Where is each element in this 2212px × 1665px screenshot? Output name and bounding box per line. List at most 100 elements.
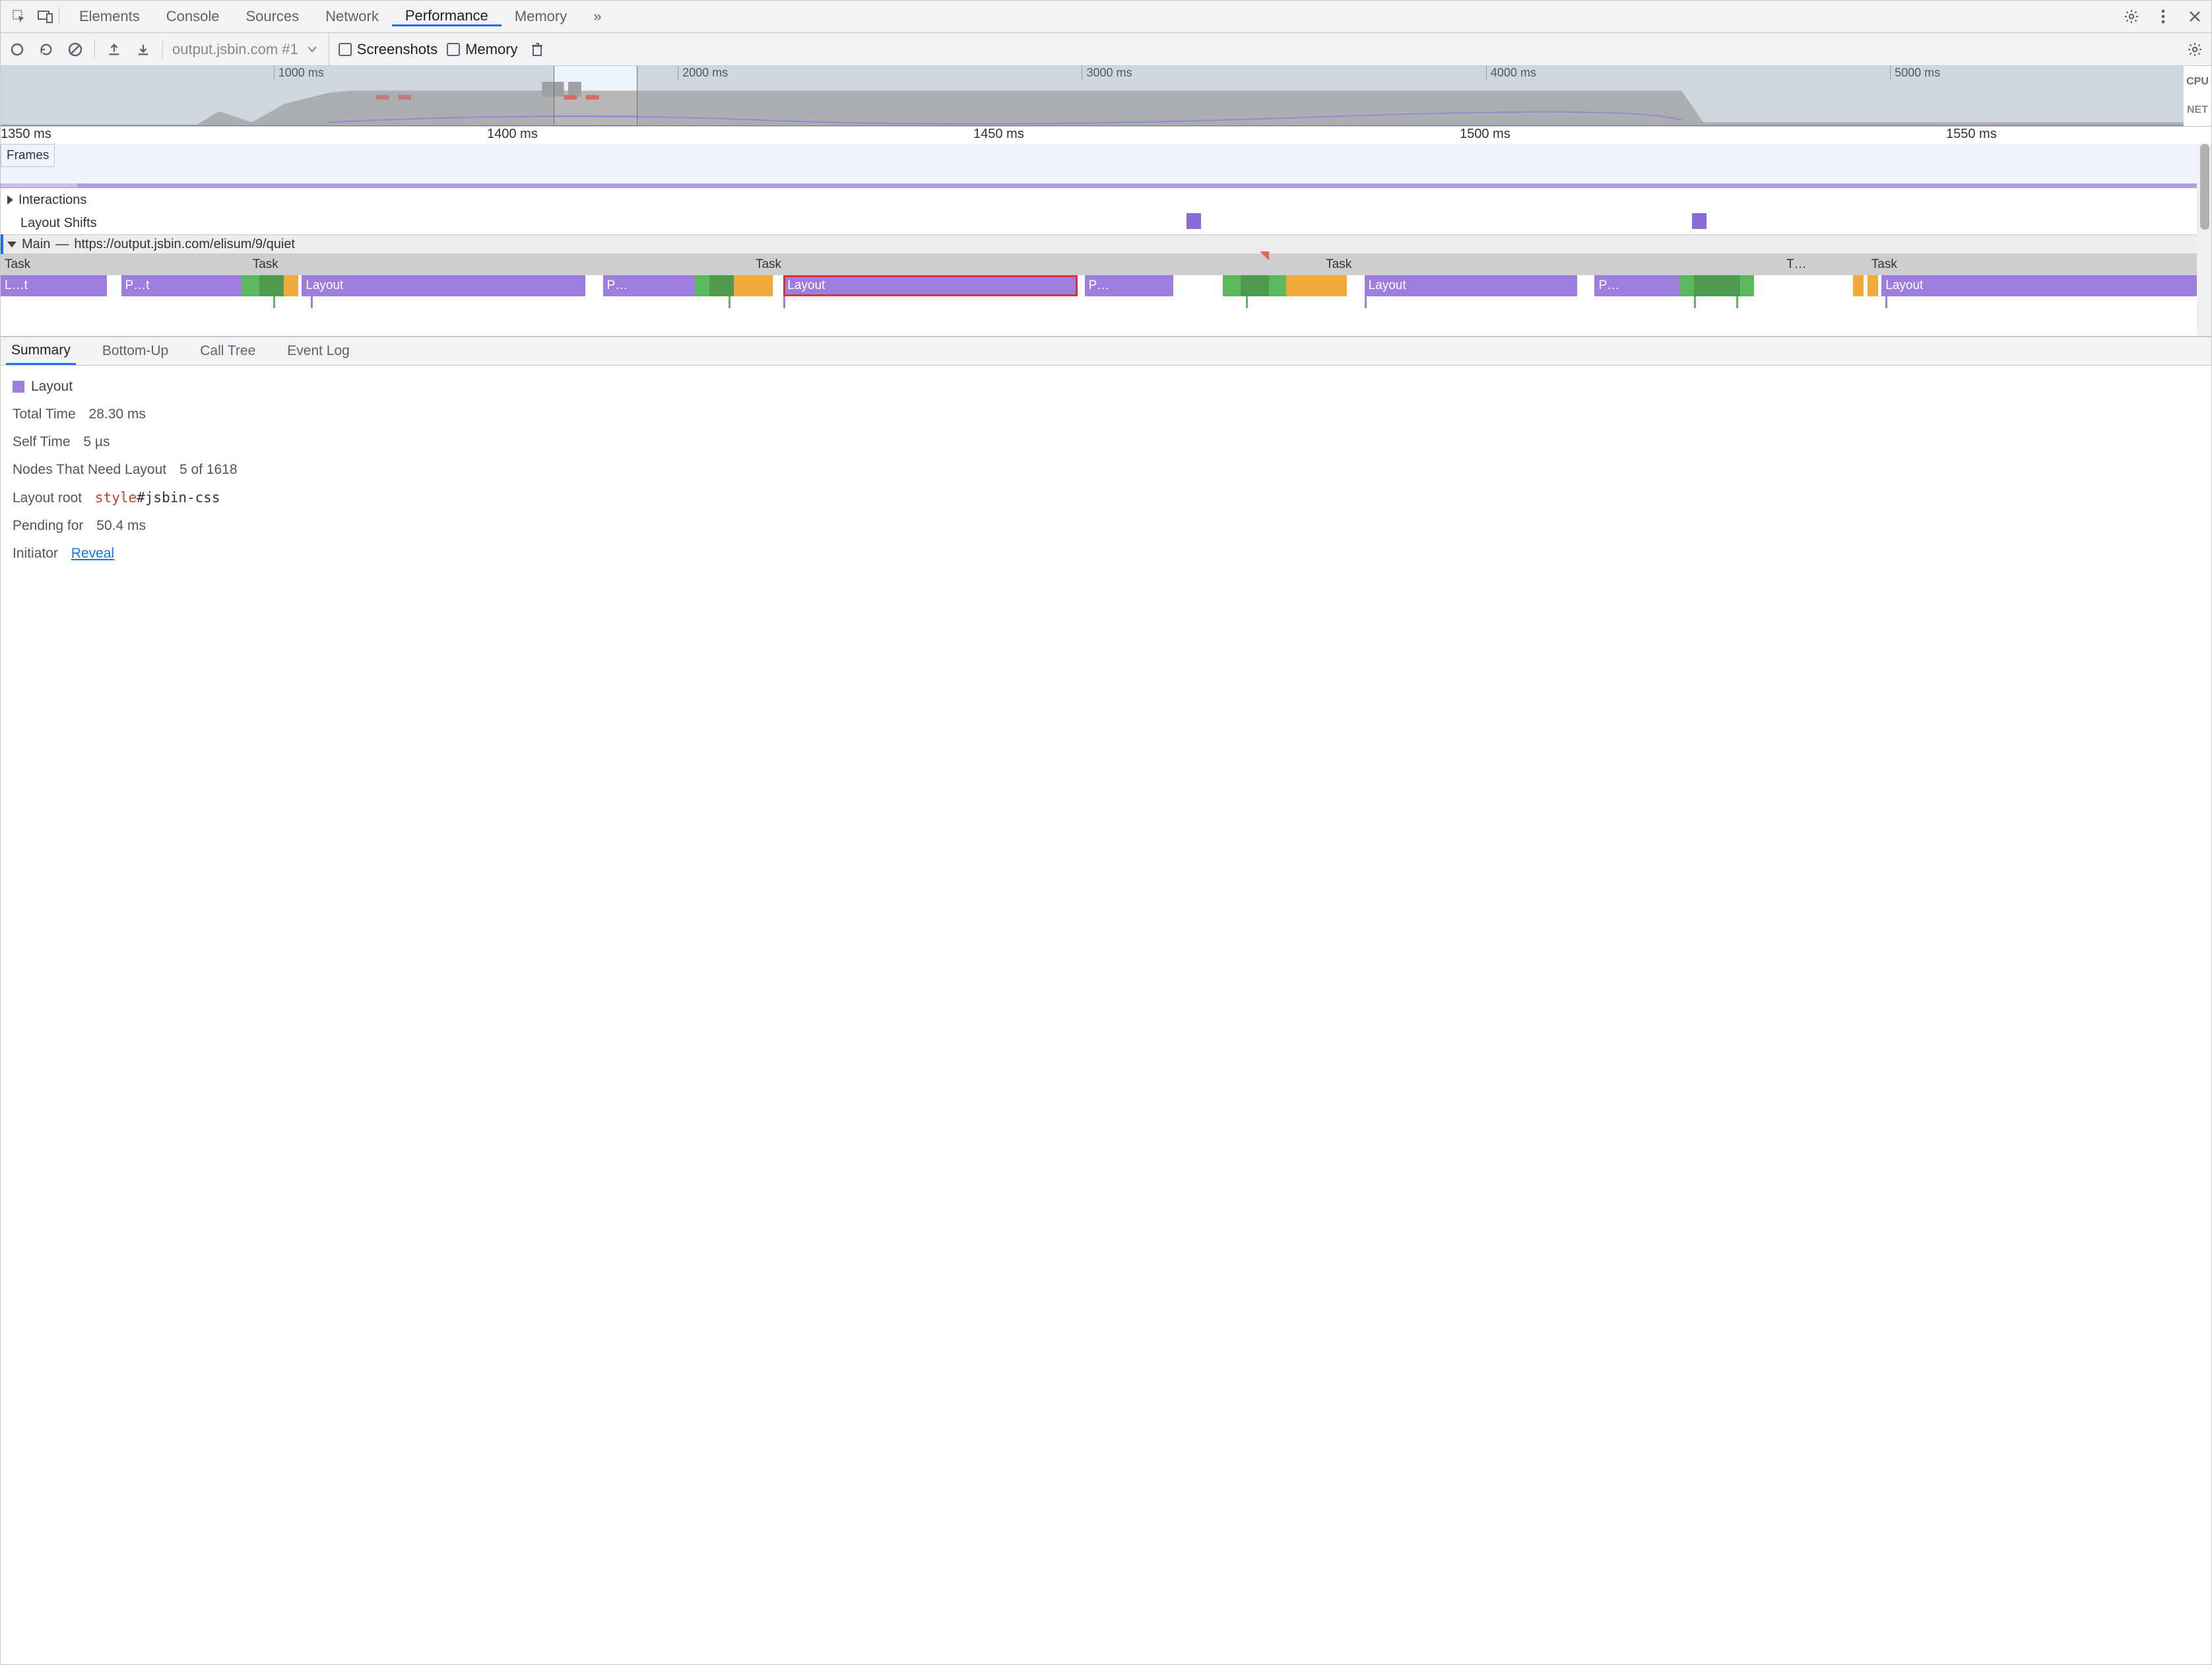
flame-whisker[interactable]	[729, 296, 731, 308]
reveal-link[interactable]: Reveal	[71, 546, 114, 561]
download-icon[interactable]	[133, 40, 153, 59]
memory-checkbox[interactable]: Memory	[447, 41, 517, 58]
flame-whisker[interactable]	[1365, 296, 1367, 308]
flame-seg[interactable]	[284, 275, 298, 296]
flame-whisker[interactable]	[1694, 296, 1696, 308]
record-icon[interactable]	[7, 40, 27, 59]
flame-whisker[interactable]	[1736, 296, 1738, 308]
scrollbar-thumb[interactable]	[2200, 144, 2209, 230]
memory-label: Memory	[465, 41, 517, 58]
tab-network[interactable]: Network	[312, 8, 392, 25]
task-row[interactable]: TaskTaskTaskTaskT…Task	[1, 254, 2197, 275]
task-seg[interactable]: Task	[1, 254, 107, 275]
thread-indicator	[1, 234, 3, 254]
task-seg[interactable]: Task	[1868, 254, 2204, 275]
separator	[94, 40, 95, 59]
interactions-label: Interactions	[18, 193, 86, 208]
flame-seg[interactable]	[759, 275, 773, 296]
flame-seg[interactable]	[1329, 275, 1347, 296]
gear-icon[interactable]	[2122, 7, 2141, 26]
tab-performance[interactable]: Performance	[392, 7, 502, 26]
flame-whisker[interactable]	[1246, 296, 1248, 308]
screenshots-label: Screenshots	[357, 41, 438, 58]
tab-elements[interactable]: Elements	[66, 8, 153, 25]
main-thread-header[interactable]: Main — https://output.jsbin.com/elisum/9…	[1, 234, 2197, 254]
flame-whisker[interactable]	[783, 296, 785, 308]
flame-seg[interactable]	[1740, 275, 1754, 296]
performance-toolbar: output.jsbin.com #1 Screenshots Memory	[1, 33, 2211, 66]
tabs-right-controls	[2122, 7, 2211, 26]
trash-icon[interactable]	[527, 40, 547, 59]
flame-seg[interactable]: P…	[1085, 275, 1173, 296]
profile-select[interactable]: output.jsbin.com #1	[172, 33, 329, 65]
flame-seg[interactable]	[695, 275, 709, 296]
flame-seg[interactable]	[1715, 275, 1740, 296]
reload-icon[interactable]	[36, 40, 56, 59]
checkbox-icon	[339, 43, 352, 56]
upload-icon[interactable]	[104, 40, 124, 59]
layout-color-swatch	[13, 381, 24, 393]
flame-seg[interactable]	[259, 275, 284, 296]
tab-eventlog[interactable]: Event Log	[282, 337, 355, 365]
layout-shift-event[interactable]	[1692, 213, 1707, 229]
kebab-icon[interactable]	[2153, 7, 2173, 26]
summary-title: Layout	[13, 379, 2199, 395]
flame-seg[interactable]	[1679, 275, 1693, 296]
flame-seg[interactable]	[1853, 275, 1864, 296]
flame-seg[interactable]: P…t	[121, 275, 242, 296]
task-seg[interactable]: Task	[249, 254, 744, 275]
flame-seg[interactable]	[1694, 275, 1715, 296]
flame-seg[interactable]: Layout	[1365, 275, 1577, 296]
flame-row-1[interactable]: L…t P…t Layout P… Layout P… Layout P… Layout	[1, 275, 2197, 296]
flame-seg[interactable]	[1868, 275, 1878, 296]
detail-tabs: Summary Bottom-Up Call Tree Event Log	[1, 337, 2211, 366]
interactions-track[interactable]: Interactions	[1, 188, 2197, 212]
overview-mask-left	[1, 66, 554, 126]
tab-bottomup[interactable]: Bottom-Up	[97, 337, 174, 365]
flame-row-2[interactable]	[1, 296, 2197, 316]
flame-seg[interactable]	[1286, 275, 1328, 296]
flame-seg[interactable]: Layout	[302, 275, 585, 296]
flame-whisker[interactable]	[273, 296, 275, 308]
inspect-element-icon[interactable]	[6, 3, 32, 30]
task-seg[interactable]: T…	[1782, 254, 1853, 275]
tab-console[interactable]: Console	[153, 8, 233, 25]
flame-seg[interactable]	[709, 275, 734, 296]
flame-row-2-bg	[1, 144, 2197, 183]
overview-range[interactable]	[554, 66, 637, 126]
flame-seg[interactable]: Layout	[1881, 275, 2197, 296]
flame-seg[interactable]	[734, 275, 759, 296]
tab-more[interactable]: »	[580, 8, 614, 25]
overview-timeline[interactable]: 1000 ms 2000 ms 3000 ms 4000 ms 5000 ms …	[1, 66, 2211, 127]
gear-icon[interactable]	[2185, 40, 2205, 59]
flame-layout-selected[interactable]: Layout	[783, 275, 1078, 296]
clear-icon[interactable]	[65, 40, 85, 59]
task-seg[interactable]: Task	[1322, 254, 1729, 275]
detail-ruler: 1350 ms 1400 ms 1450 ms 1500 ms 1550 ms	[1, 127, 2211, 144]
layout-shifts-track[interactable]: Layout Shifts	[1, 212, 2197, 234]
flame-seg[interactable]	[1223, 275, 1241, 296]
screenshots-checkbox[interactable]: Screenshots	[339, 41, 438, 58]
layout-shift-event[interactable]	[1187, 213, 1201, 229]
tab-summary[interactable]: Summary	[6, 337, 76, 365]
scrollbar-track[interactable]	[2197, 144, 2211, 336]
tab-calltree[interactable]: Call Tree	[195, 337, 261, 365]
tab-memory[interactable]: Memory	[502, 8, 580, 25]
expand-icon[interactable]	[7, 195, 13, 205]
flame-seg[interactable]: L…t	[1, 275, 107, 296]
flame-seg[interactable]	[242, 275, 259, 296]
flame-seg[interactable]: P…	[1594, 275, 1679, 296]
flame-seg[interactable]: P…	[603, 275, 696, 296]
tab-sources[interactable]: Sources	[232, 8, 312, 25]
device-toolbar-icon[interactable]	[32, 3, 59, 30]
frames-label[interactable]: Frames	[1, 144, 55, 167]
flame-seg[interactable]	[1241, 275, 1269, 296]
collapse-icon[interactable]	[7, 242, 16, 247]
flame-whisker[interactable]	[1885, 296, 1887, 308]
layout-shifts-label: Layout Shifts	[20, 216, 97, 231]
flame-seg[interactable]	[1269, 275, 1287, 296]
close-icon[interactable]	[2185, 7, 2205, 26]
dr-tick: 1500 ms	[1460, 127, 1511, 142]
task-seg[interactable]: Task	[752, 254, 1254, 275]
flame-whisker[interactable]	[311, 296, 313, 308]
